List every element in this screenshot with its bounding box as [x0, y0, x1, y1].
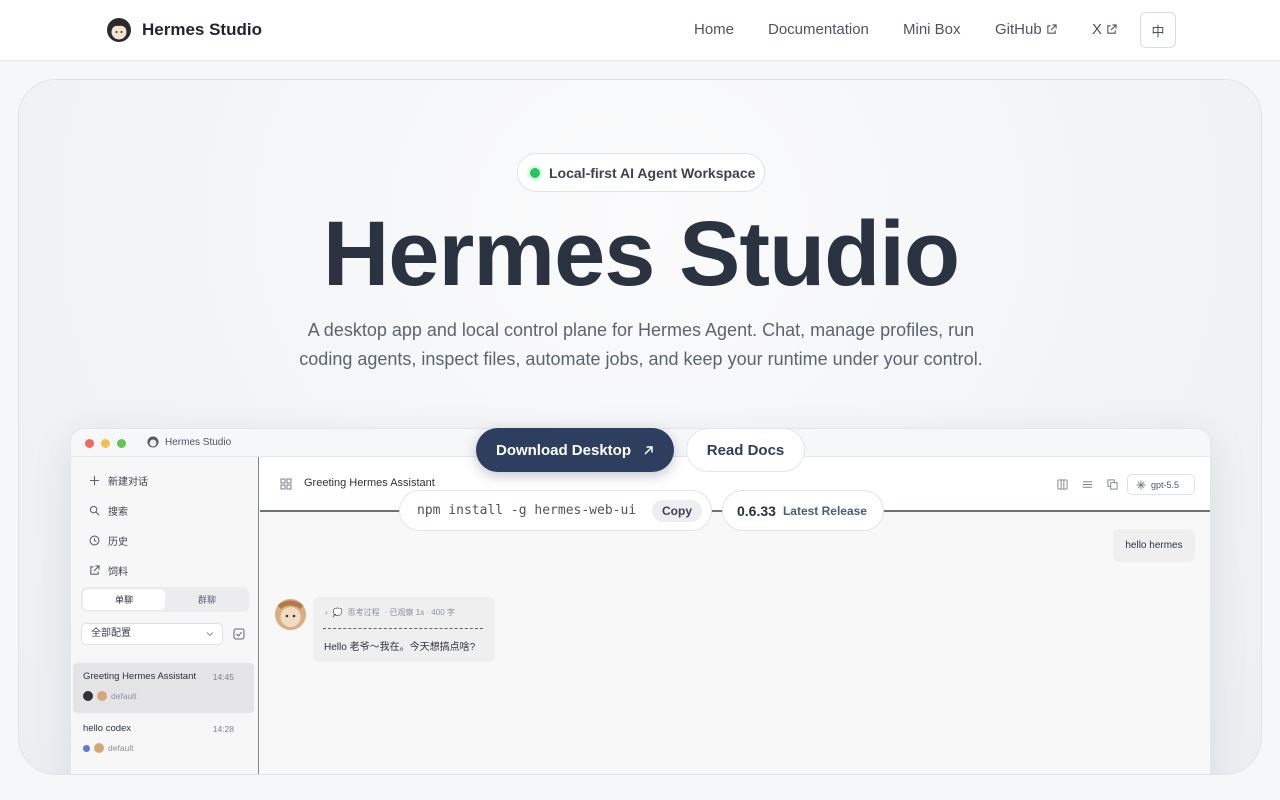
columns-icon[interactable] — [1057, 479, 1068, 490]
chat-bubble-icon: 💭 — [332, 608, 343, 617]
model-selector-label: gpt-5.5 — [1151, 479, 1180, 490]
conversation-tag-label: default — [108, 743, 134, 753]
nav-link-mini-box[interactable]: Mini Box — [903, 21, 961, 38]
conversation-title: Greeting Hermes Assistant — [83, 671, 196, 682]
reasoning-toggle[interactable]: › 💭 思考过程 · 已观察 1s · 400 字 — [325, 607, 455, 618]
brand-logo-icon — [107, 18, 131, 42]
sidebar-item-search[interactable]: 搜索 — [89, 503, 128, 518]
avatar — [94, 743, 104, 753]
sidebar-item-feed[interactable]: 饲料 — [89, 563, 128, 578]
top-navbar: Hermes Studio Home Documentation Mini Bo… — [0, 0, 1280, 61]
sidebar-item-new-chat[interactable]: 新建对话 — [89, 473, 148, 488]
avatar — [83, 744, 90, 752]
brand-logo-icon — [147, 436, 159, 448]
nav-link-documentation[interactable]: Documentation — [768, 21, 869, 38]
segment-group-chat[interactable]: 群聊 — [167, 589, 247, 610]
conversation-item[interactable]: Greeting Hermes Assistant 14:45 default — [73, 663, 254, 713]
menu-icon[interactable] — [1082, 479, 1093, 490]
install-command: npm install -g hermes-web-ui — [417, 503, 637, 518]
nav-link-x-label: X — [1092, 21, 1103, 38]
hero-section: Local-first AI Agent Workspace Hermes St… — [18, 79, 1262, 775]
reasoning-label: 思考过程 — [347, 608, 380, 617]
conversation-tag: default — [83, 743, 134, 753]
avatar — [97, 691, 107, 701]
install-command-box: npm install -g hermes-web-ui Copy — [399, 490, 712, 531]
conversation-time: 14:28 — [212, 724, 234, 734]
assistant-message-text: Hello 老爷～我在。今天想搞点啥? — [324, 642, 476, 653]
conversation-item[interactable]: hello codex 14:28 default — [73, 715, 254, 765]
profile-select-value: 全部配置 — [91, 628, 131, 639]
plus-icon — [89, 475, 100, 486]
arrow-up-right-icon — [644, 445, 653, 455]
download-desktop-button[interactable]: Download Desktop — [476, 428, 674, 472]
reasoning-meta: · 已观察 1s · 400 字 — [384, 608, 455, 617]
version-label: Latest Release — [782, 503, 867, 518]
nav-link-documentation-label: Documentation — [768, 21, 869, 38]
copy-button[interactable]: Copy — [652, 500, 702, 522]
language-toggle-button[interactable]: 中 — [1140, 12, 1176, 48]
avatar — [83, 691, 93, 701]
conversation-tag-label: default — [111, 691, 137, 701]
version-number: 0.6.33 — [737, 502, 776, 519]
external-link-icon — [1046, 24, 1057, 34]
user-message: hello hermes — [1113, 529, 1195, 562]
chat-title: Greeting Hermes Assistant — [304, 477, 435, 489]
edit-icon[interactable] — [233, 628, 245, 640]
conversation-tag: default — [83, 691, 137, 701]
release-badge[interactable]: 0.6.33 Latest Release — [722, 490, 884, 531]
hero-badge: Local-first AI Agent Workspace — [517, 153, 765, 192]
chevron-down-icon — [206, 632, 214, 637]
chat-mode-segment: 单聊 群聊 — [81, 587, 249, 612]
assistant-avatar — [275, 599, 306, 630]
brand-name: Hermes Studio — [142, 20, 262, 39]
preview-app-title: Hermes Studio — [147, 436, 231, 448]
sidebar-item-label: 历史 — [108, 537, 128, 548]
nav-link-github[interactable]: GitHub — [995, 21, 1057, 38]
nav-link-home[interactable]: Home — [694, 21, 734, 38]
nav-link-github-label: GitHub — [995, 21, 1042, 38]
brand[interactable]: Hermes Studio — [106, 17, 262, 43]
close-dot-icon — [85, 439, 94, 448]
app-preview-window: Hermes Studio 新建对话 搜索 历史 饲料 单聊 群聊 全部配置 G… — [70, 428, 1211, 774]
nav-link-x[interactable]: X — [1092, 21, 1117, 38]
model-selector[interactable]: gpt-5.5 — [1127, 474, 1195, 495]
conversation-time: 14:45 — [212, 672, 234, 682]
segment-single-chat[interactable]: 单聊 — [83, 589, 165, 610]
sidebar-item-label: 搜索 — [108, 507, 128, 518]
status-dot-icon — [530, 167, 540, 178]
divider — [323, 628, 483, 629]
minimize-dot-icon — [101, 439, 110, 448]
grid-icon[interactable] — [280, 478, 292, 490]
search-icon — [89, 505, 100, 516]
preview-sidebar: 新建对话 搜索 历史 饲料 单聊 群聊 全部配置 Greeting Hermes… — [71, 457, 259, 774]
conversation-title: hello codex — [83, 723, 132, 734]
hero-title: Hermes Studio — [322, 203, 960, 305]
sidebar-item-history[interactable]: 历史 — [89, 533, 128, 548]
hero-badge-label: Local-first AI Agent Workspace — [549, 164, 756, 181]
preview-app-title-label: Hermes Studio — [165, 436, 232, 448]
cat-avatar-icon — [275, 599, 306, 630]
sidebar-item-label: 新建对话 — [108, 477, 148, 488]
sparkle-icon — [1136, 480, 1146, 489]
maximize-dot-icon — [117, 439, 126, 448]
sidebar-item-label: 饲料 — [108, 567, 128, 578]
assistant-message: › 💭 思考过程 · 已观察 1s · 400 字 Hello 老爷～我在。今天… — [313, 597, 495, 662]
external-link-icon — [90, 565, 100, 575]
hero-subtitle: A desktop app and local control plane fo… — [299, 320, 983, 369]
clock-icon — [89, 535, 100, 546]
copy-icon[interactable] — [1107, 479, 1118, 490]
nav-link-mini-box-label: Mini Box — [903, 21, 961, 38]
download-desktop-label: Download Desktop — [495, 441, 631, 459]
profile-select[interactable]: 全部配置 — [81, 623, 223, 645]
chevron-right-icon: › — [325, 608, 328, 617]
nav-link-home-label: Home — [694, 21, 735, 38]
external-link-icon — [1107, 24, 1117, 34]
read-docs-button[interactable]: Read Docs — [686, 428, 805, 472]
